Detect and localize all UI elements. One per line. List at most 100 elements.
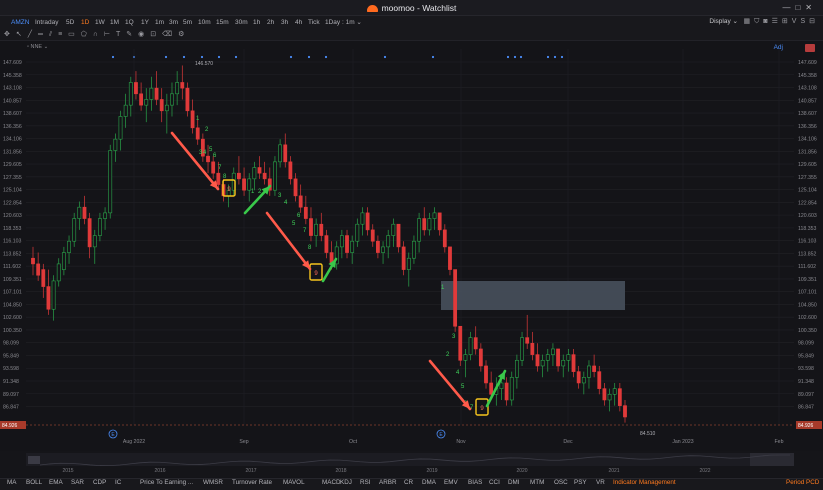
indicator-arbr[interactable]: ARBR [379,479,397,486]
ticker-label[interactable]: AMZN [11,17,29,28]
hline-tool-icon[interactable]: ═ [38,31,49,38]
indicator-dmi[interactable]: DMI [508,479,520,486]
footer-period[interactable]: Period [786,479,804,486]
price-label-right: 122.854 [798,200,817,206]
indicator-osc[interactable]: OSC [554,479,568,486]
indicator-cr[interactable]: CR [404,479,413,486]
time-label: Dec [563,439,573,445]
timeframe-toolbar [0,16,823,29]
indicator-boll[interactable]: BOLL [26,479,42,486]
candle-body [556,348,560,367]
timeframe-1m[interactable]: 1M [110,17,119,28]
indicator-indicator-management[interactable]: Indicator Management [613,479,676,486]
timeframe-1d[interactable]: 1D [81,17,89,28]
low-annotation: 84.510 [640,431,656,437]
range-overview[interactable]: 2015 2016 2017 2018 2019 2020 2021 2022 [0,451,823,477]
compare-icon[interactable]: VS [792,18,809,25]
indicator-bias[interactable]: BIAS [468,479,482,486]
timeframe-1w[interactable]: 1W [95,17,105,28]
overview-year-label: 2021 [608,468,619,474]
cursor-icon[interactable]: ↖ [16,31,28,38]
price-label-right: 143.108 [798,86,817,92]
camera-icon[interactable]: ◙ [763,18,771,25]
timeframe-intraday[interactable]: Intraday [35,17,59,28]
timeframe-3m[interactable]: 3m [169,17,178,28]
overview-handle-left[interactable] [28,456,40,464]
last-price-left: 84.926 [2,423,18,429]
indicator-ma[interactable]: MA [7,479,16,486]
plus-box-icon[interactable]: ⊞ [782,18,792,25]
close-icon[interactable]: ✕ [805,3,817,12]
rect-tool-icon[interactable]: ▭ [68,31,81,38]
timeframe-1y[interactable]: 1Y [141,17,149,28]
window-controls[interactable]: —□✕ [782,3,817,12]
price-label-right: 89.097 [798,392,814,398]
timeframe-1h[interactable]: 1h [253,17,260,28]
minimize-icon[interactable]: — [782,3,795,12]
price-label-right: 111.602 [798,264,816,270]
timeframe-10m[interactable]: 10m [198,17,211,28]
indicator-sar[interactable]: SAR [71,479,84,486]
high-annotation: 146.570 [195,61,213,67]
magnet-icon[interactable]: ∩ [93,31,104,38]
price-label-left: 122.854 [3,200,22,206]
display-dropdown[interactable]: Display ⌄ [709,17,738,25]
candlestick-chart[interactable]: 147.609 147.609 145.358 145.358 143.108 143.1… [0,41,823,450]
alert-badge[interactable] [805,44,815,52]
fib-tool-icon[interactable]: ≡ [58,31,68,38]
text-tool-icon[interactable]: T [116,31,126,38]
line-tool-icon[interactable]: ╱ [28,31,38,38]
maximize-icon[interactable]: □ [795,3,805,12]
timeframe-2h[interactable]: 2h [267,17,274,28]
candle-body [82,206,87,219]
shape-tool-icon[interactable]: ⬠ [81,31,93,38]
indicator-ema[interactable]: EMA [49,479,63,486]
trash-icon[interactable]: ⌫ [162,31,178,38]
timeframe-1day-1m[interactable]: 1Day : 1m ⌄ [325,17,362,28]
indicator-ic[interactable]: IC [115,479,121,486]
indicator-kdj[interactable]: KDJ [340,479,352,486]
eye-icon[interactable]: ◉ [138,31,150,38]
candle-body [587,365,591,378]
timeframe-4h[interactable]: 4h [295,17,302,28]
indicator-rsi[interactable]: RSI [360,479,371,486]
footer-pcd[interactable]: PCD [806,479,819,486]
indicator-mavol[interactable]: MAVOL [283,479,305,486]
timeframe-30m[interactable]: 30m [235,17,248,28]
overlay-label-text: NNE [30,44,43,50]
brush-icon[interactable]: ✎ [126,31,138,38]
settings-icon[interactable]: ⚙ [178,31,190,38]
price-label-left: 138.607 [3,111,22,117]
shirt-icon[interactable]: ⛉ [754,18,763,25]
lock-icon[interactable]: ⊡ [150,31,162,38]
timeframe-tick[interactable]: Tick [308,17,320,28]
candle-body [350,240,355,253]
price-label-left: 147.609 [3,60,22,66]
indicator-mtm[interactable]: MTM [530,479,544,486]
measure-icon[interactable]: ⊢ [104,31,116,38]
timeframe-5d[interactable]: 5D [66,17,74,28]
timeframe-3h[interactable]: 3h [281,17,288,28]
indicator-cci[interactable]: CCI [489,479,500,486]
timeframe-1m[interactable]: 1m [155,17,164,28]
candle-body [288,161,293,180]
channel-tool-icon[interactable]: ⫽ [49,31,58,38]
indicator-macd[interactable]: MACD [322,479,341,486]
indicator-turnover-rate[interactable]: Turnover Rate [232,479,272,486]
indicator-cdp[interactable]: CDP [93,479,106,486]
more-icon[interactable]: ⊟ [809,18,819,25]
indicator-dma[interactable]: DMA [422,479,436,486]
grid-icon[interactable]: ▦ [744,18,755,25]
indicator-psy[interactable]: PSY [574,479,587,486]
indicator-vr[interactable]: VR [596,479,605,486]
list-icon[interactable]: ☰ [772,18,782,25]
timeframe-1q[interactable]: 1Q [125,17,134,28]
timeframe-15m[interactable]: 15m [216,17,229,28]
crosshair-icon[interactable]: ✥ [4,31,16,38]
overlay-label[interactable]: ▫ NNE ⌄ [27,44,48,50]
indicator-price-to-earning[interactable]: Price To Earning ... [140,479,193,486]
adjust-button[interactable]: Adj [774,44,783,51]
indicator-wmsr[interactable]: WMSR [203,479,223,486]
indicator-emv[interactable]: EMV [444,479,458,486]
timeframe-5m[interactable]: 5m [183,17,192,28]
